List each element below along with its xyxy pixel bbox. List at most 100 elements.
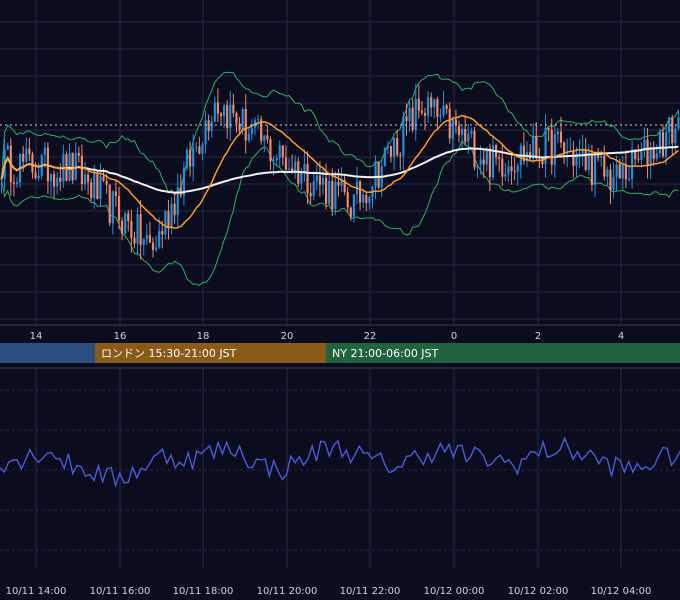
candle-body	[513, 170, 516, 172]
candle-body	[352, 194, 355, 217]
price-x-tick: 4	[618, 331, 624, 342]
candle-body	[241, 109, 244, 131]
candle-body	[359, 181, 362, 203]
candle-body	[269, 139, 272, 162]
candle-body	[6, 145, 9, 150]
candle-body	[133, 237, 136, 244]
candle-body	[386, 146, 389, 149]
candle-body	[117, 196, 121, 221]
candle-body	[161, 231, 164, 235]
candle-body	[433, 99, 436, 108]
candle-body	[470, 130, 473, 134]
candle-body	[649, 147, 652, 166]
candle-body	[383, 148, 386, 167]
candle-body	[637, 159, 640, 161]
candle-body	[439, 115, 442, 117]
time-x-tick: 10/12 00:00	[424, 586, 485, 597]
candle-body	[331, 181, 334, 210]
candle-body	[12, 182, 15, 184]
candle-body	[28, 148, 31, 155]
session-label: ロンドン 15:30-21:00 JST	[101, 347, 237, 360]
candle-body	[210, 121, 213, 132]
candle-body	[646, 139, 649, 166]
session-bar: ロンドン 15:30-21:00 JST NY 21:00-06:00 JST	[0, 343, 680, 363]
candle-body	[105, 180, 108, 185]
candle-body	[121, 220, 124, 234]
price-x-tick: 16	[114, 331, 127, 342]
candle-body	[278, 145, 281, 159]
candle-body	[235, 113, 238, 124]
time-x-tick: 10/11 18:00	[173, 586, 234, 597]
candle-body	[411, 107, 414, 130]
candle-body	[315, 175, 318, 182]
candle-body	[442, 105, 445, 116]
candle-body	[479, 159, 482, 165]
candle-body	[300, 173, 303, 184]
oscillator-panel	[0, 436, 680, 489]
candle-body	[306, 164, 309, 194]
candle-body	[640, 150, 643, 160]
candle-body	[368, 197, 371, 204]
candle-body	[139, 214, 142, 245]
candle-body	[257, 119, 260, 121]
price-x-tick: 18	[197, 331, 210, 342]
price-x-tick: 14	[30, 331, 43, 342]
candle-body	[68, 152, 71, 181]
candle-body	[464, 129, 467, 142]
candle-body	[467, 133, 470, 142]
candle-body	[550, 129, 553, 165]
candle-body	[164, 211, 167, 235]
candle-body	[284, 157, 287, 170]
candle-body	[15, 182, 19, 184]
candle-body	[93, 172, 96, 199]
candle-body	[374, 161, 377, 187]
candle-body	[621, 164, 624, 179]
candle-body	[445, 105, 448, 109]
candle-body	[87, 174, 90, 183]
candle-body	[436, 99, 439, 117]
candle-body	[337, 181, 340, 186]
candle-body	[59, 177, 62, 182]
candle-body	[263, 135, 266, 141]
time-x-axis: 10/11 14:00 10/11 16:00 10/11 18:00 10/11 2…	[6, 586, 652, 597]
candle-body	[213, 102, 216, 122]
candle-body	[90, 182, 93, 199]
candle-body	[229, 104, 232, 128]
chart-canvas[interactable]: 14 16 18 20 22 0 2 4 ロンドン 15:30-21:00 JST NY 21:…	[0, 0, 680, 600]
candle-body	[593, 153, 597, 185]
oscillator-line	[0, 436, 680, 489]
candle-body	[674, 128, 677, 144]
candle-body	[612, 176, 615, 191]
candle-body	[189, 149, 192, 167]
candle-body	[584, 148, 587, 170]
candle-body	[655, 153, 658, 159]
candle-body	[25, 148, 28, 162]
candle-body	[532, 135, 535, 159]
candle-body	[501, 158, 504, 177]
session-block	[0, 343, 95, 363]
candle-body	[420, 110, 423, 113]
candle-body	[83, 174, 87, 185]
candle-body	[22, 153, 25, 162]
candle-body	[80, 155, 83, 185]
candle-body	[325, 178, 328, 204]
time-x-tick: 10/12 04:00	[591, 586, 652, 597]
candle-body	[151, 242, 155, 251]
candle-body	[556, 131, 559, 135]
time-x-tick: 10/11 20:00	[257, 586, 318, 597]
candle-body	[334, 181, 337, 210]
candle-body	[31, 154, 34, 173]
candle-body	[677, 117, 680, 129]
candle-body	[173, 203, 176, 216]
candle-body	[609, 169, 612, 191]
candle-body	[43, 147, 46, 155]
candle-body	[451, 119, 454, 139]
candle-body	[563, 142, 566, 154]
candle-body	[185, 149, 189, 169]
candle-body	[0, 178, 3, 180]
candle-body	[130, 221, 133, 238]
candle-body	[362, 194, 365, 203]
candle-body	[603, 155, 606, 177]
candle-body	[516, 165, 519, 172]
candlestick-series	[0, 84, 680, 260]
